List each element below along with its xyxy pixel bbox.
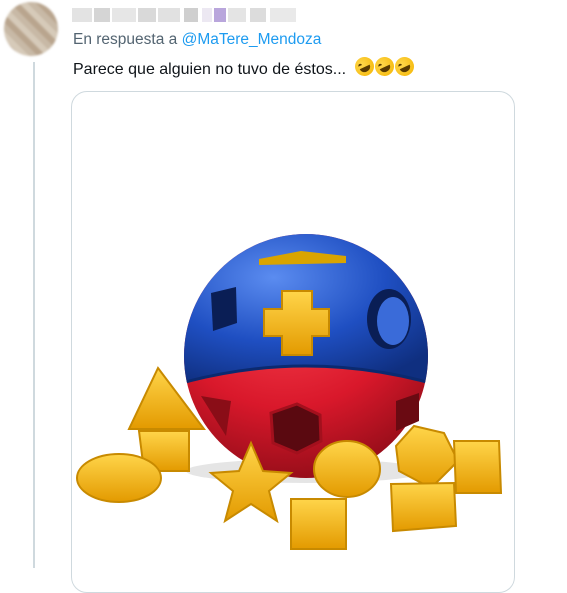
circle-piece [313,440,381,498]
rolling-on-floor-laughing-icon [351,53,377,80]
pentagon-piece [394,424,460,490]
emoji-group [351,53,417,80]
shape-sorter-toy-image [76,234,503,550]
square-piece [290,498,347,550]
reply-prefix: En respuesta a [73,31,178,48]
media-image-card[interactable] [71,91,515,593]
rectangle-piece [389,481,458,533]
thread-line [33,62,35,568]
rolling-on-floor-laughing-icon [371,53,397,80]
tweet-text-content: Parece que alguien no tuvo de éstos... [73,61,347,78]
oval-piece [76,453,162,503]
hexagon-piece [452,440,503,494]
tweet-text: Parece que alguien no tuvo de éstos... [73,53,417,80]
blurred-user-name[interactable] [72,8,312,28]
reply-context: En respuesta a @MaTere_Mendoza [73,31,321,49]
avatar[interactable] [4,2,58,56]
hexagon-hole [269,402,323,455]
reply-handle-link[interactable]: @MaTere_Mendoza [182,31,322,48]
rolling-on-floor-laughing-icon [391,53,417,80]
